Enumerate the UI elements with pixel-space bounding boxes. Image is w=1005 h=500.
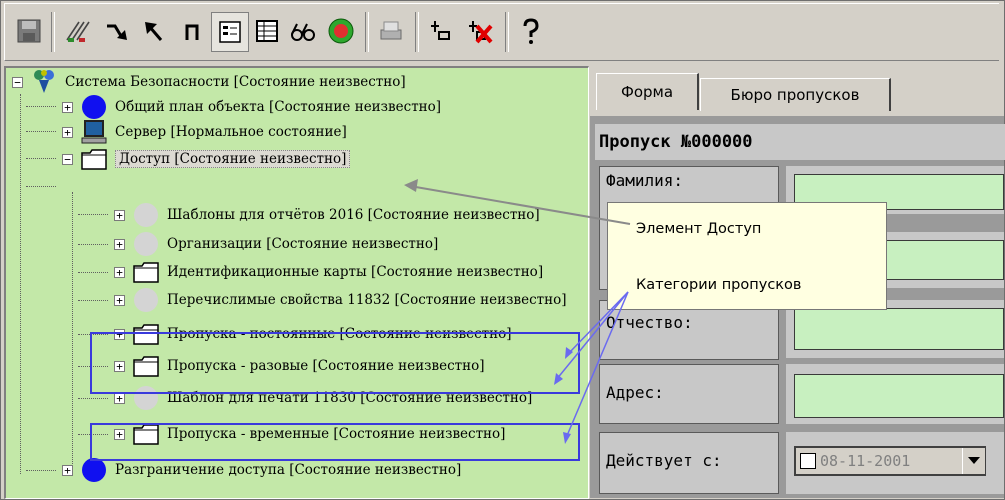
toolbar (4, 3, 999, 61)
tab-form-label: Форма (620, 83, 674, 101)
highlight-box-temporary-passes (90, 423, 580, 461)
properties-icon[interactable] (211, 12, 249, 52)
stop-icon[interactable] (323, 12, 359, 50)
hatch-icon[interactable] (61, 12, 97, 50)
blue-circle-icon (79, 94, 109, 120)
lambda-icon[interactable] (175, 12, 211, 50)
address-label: Адрес: (599, 364, 779, 424)
folder-icon (131, 259, 161, 285)
callout-access-element: Элемент Доступ (636, 221, 762, 237)
expand-toggle[interactable]: + (62, 126, 73, 138)
tree-network-icon (29, 69, 59, 95)
tree-item-general-plan[interactable]: + Общий план объекта [Состояние неизвест… (62, 94, 441, 120)
folder-icon (79, 146, 109, 172)
valid-from-date-picker[interactable]: 08-11-2001 (794, 446, 986, 476)
tree-item-label: Разграничение доступа [Состояние неизвес… (115, 462, 462, 478)
tree-item-server[interactable]: + Сервер [Нормальное состояние] (62, 119, 347, 145)
tree-item-organizations[interactable]: + Организации [Состояние неизвестно] (114, 231, 438, 257)
tree-item-label: Доступ [Состояние неизвестно] (115, 150, 351, 168)
glasses-icon[interactable] (285, 12, 321, 50)
tab-pass-office-label: Бюро пропусков (730, 86, 860, 104)
arrow-up-left-icon[interactable] (137, 12, 173, 50)
form-title: Пропуск №000000 (595, 124, 1005, 160)
callout-tooltip: Элемент Доступ Категории пропусков (607, 202, 887, 310)
collapse-toggle[interactable]: − (12, 76, 23, 88)
tree-root-label: Система Безопасности [Состояние неизвест… (65, 74, 406, 90)
tree-item-label: Организации [Состояние неизвестно] (167, 236, 439, 252)
expand-toggle[interactable]: + (62, 101, 73, 113)
tree-item-label: Перечислимые свойства 11832 [Состояние н… (167, 292, 567, 308)
highlight-box-pass-categories (90, 332, 580, 394)
expand-toggle[interactable]: + (114, 392, 125, 404)
tree-root[interactable]: − Система Безопасности [Состояние неизве… (12, 69, 406, 95)
valid-from-date: 08-11-2001 (820, 452, 911, 470)
expand-toggle[interactable]: + (114, 266, 125, 278)
tree-item-label: Шаблоны для отчётов 2016 [Состояние неиз… (167, 207, 540, 223)
tree-item-report-templates[interactable]: + Шаблоны для отчётов 2016 [Состояние не… (114, 202, 540, 228)
gray-circle-icon (131, 231, 161, 257)
expand-toggle[interactable]: + (114, 294, 125, 306)
help-icon[interactable] (513, 12, 549, 50)
tree-item-label: Идентификационные карты [Состояние неизв… (167, 264, 544, 280)
patronymic-field[interactable] (794, 308, 1004, 350)
gray-circle-icon (131, 287, 161, 313)
tree-item-label: Общий план объекта [Состояние неизвестно… (115, 99, 442, 115)
table-icon[interactable] (249, 12, 285, 50)
address-field[interactable] (794, 374, 1004, 418)
tree-item-access[interactable]: − Доступ [Состояние неизвестно] (62, 146, 351, 172)
tree-item-enum-properties[interactable]: + Перечислимые свойства 11832 [Состояние… (114, 287, 567, 313)
expand-toggle[interactable]: + (114, 238, 125, 250)
collapse-toggle[interactable]: − (62, 153, 73, 165)
computer-icon (79, 119, 109, 145)
expand-toggle[interactable]: + (114, 209, 125, 221)
valid-from-checkbox[interactable] (800, 453, 816, 469)
object-tree: − Система Безопасности [Состояние неизве… (4, 66, 589, 499)
callout-pass-categories: Категории пропусков (636, 277, 802, 293)
tab-form[interactable]: Форма (596, 73, 699, 110)
chevron-down-icon[interactable] (962, 448, 985, 474)
valid-from-label: Действует с: (599, 432, 779, 494)
tab-pass-office[interactable]: Бюро пропусков (700, 78, 891, 111)
save-icon[interactable] (11, 12, 47, 50)
connect-icon[interactable] (423, 12, 459, 50)
arrow-down-right-icon[interactable] (99, 12, 135, 50)
printer-icon[interactable] (373, 12, 409, 50)
expand-toggle[interactable]: + (62, 464, 73, 476)
tree-item-label: Сервер [Нормальное состояние] (115, 124, 347, 140)
gray-circle-icon (131, 202, 161, 228)
disconnect-icon[interactable] (461, 12, 497, 50)
tree-item-id-cards[interactable]: + Идентификационные карты [Состояние неи… (114, 259, 543, 285)
